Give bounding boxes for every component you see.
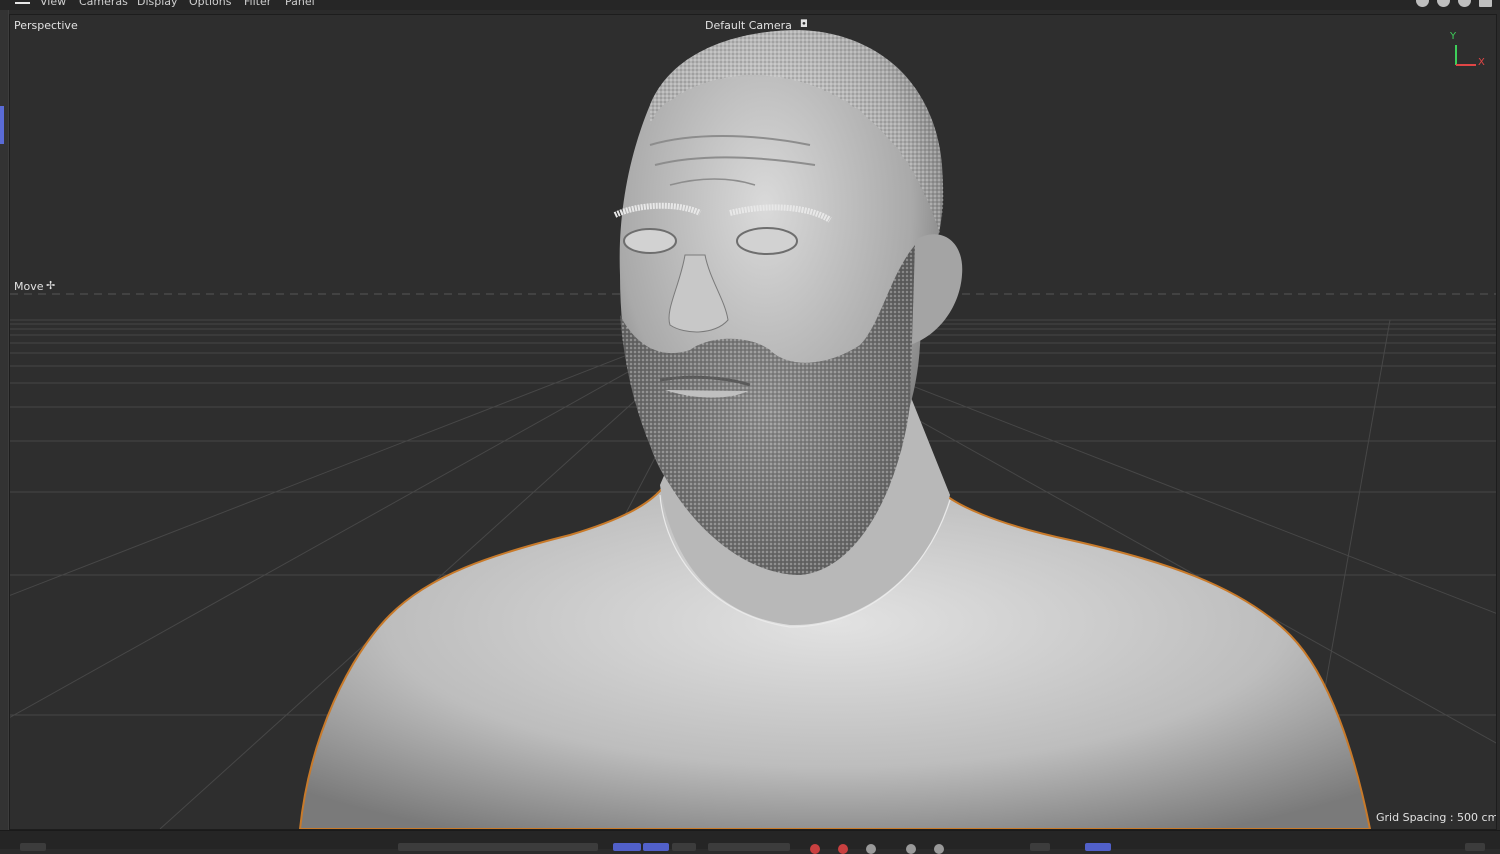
axis-y-label: Y xyxy=(1450,31,1457,42)
rotate-icon[interactable] xyxy=(1458,0,1471,7)
next-button[interactable] xyxy=(672,843,696,851)
left-toolbar xyxy=(0,10,9,830)
loop-button[interactable] xyxy=(643,843,669,851)
play-button[interactable] xyxy=(613,843,641,851)
menu-view[interactable]: View xyxy=(40,0,66,8)
menu-cameras[interactable]: Cameras xyxy=(79,0,128,8)
tracker-icon[interactable] xyxy=(934,844,944,854)
viewport-scene xyxy=(10,30,1496,829)
viewport-nav-icons xyxy=(1416,0,1492,7)
render-button[interactable] xyxy=(1085,843,1111,851)
menu-display[interactable]: Display xyxy=(137,0,178,8)
grid-spacing-label: Grid Spacing : 500 cm xyxy=(1376,811,1497,824)
menu-filter[interactable]: Filter xyxy=(244,0,271,8)
maximize-icon[interactable] xyxy=(1479,0,1492,7)
record-icon[interactable] xyxy=(810,844,820,854)
axis-gizmo: Y X xyxy=(1448,31,1488,75)
tool-label: Move xyxy=(14,280,44,293)
timeline-button[interactable] xyxy=(20,843,46,851)
keyframe-icon[interactable] xyxy=(866,844,876,854)
ear-mesh xyxy=(910,234,963,345)
frame-field[interactable] xyxy=(708,843,790,851)
axis-x-label: X xyxy=(1478,57,1485,68)
camera-label[interactable]: Default Camera xyxy=(705,19,792,32)
camera-settings-icon[interactable]: ◘ xyxy=(800,19,808,30)
motion-icon[interactable] xyxy=(906,844,916,854)
frame-controls[interactable] xyxy=(398,843,598,851)
grid-button[interactable] xyxy=(1030,843,1050,851)
view-name-label[interactable]: Perspective xyxy=(14,19,78,32)
viewport-menubar: View Cameras Display Options Filter Pane… xyxy=(0,0,1500,10)
hamburger-menu-icon[interactable] xyxy=(15,0,30,8)
right-eye xyxy=(736,227,798,255)
autokey-icon[interactable] xyxy=(838,844,848,854)
pan-icon[interactable] xyxy=(1416,0,1429,7)
bottom-toolbar xyxy=(0,830,1500,854)
menu-panel[interactable]: Panel xyxy=(285,0,315,8)
move-icon: ✢ xyxy=(46,279,56,292)
active-tool-indicator xyxy=(0,106,4,144)
left-eye xyxy=(623,228,677,254)
menu-options[interactable]: Options xyxy=(189,0,231,8)
settings-button[interactable] xyxy=(1465,843,1485,851)
3d-viewport[interactable]: Perspective Default Camera ◘ Move ✢ Grid… xyxy=(9,14,1497,830)
move-down-icon[interactable] xyxy=(1437,0,1450,7)
